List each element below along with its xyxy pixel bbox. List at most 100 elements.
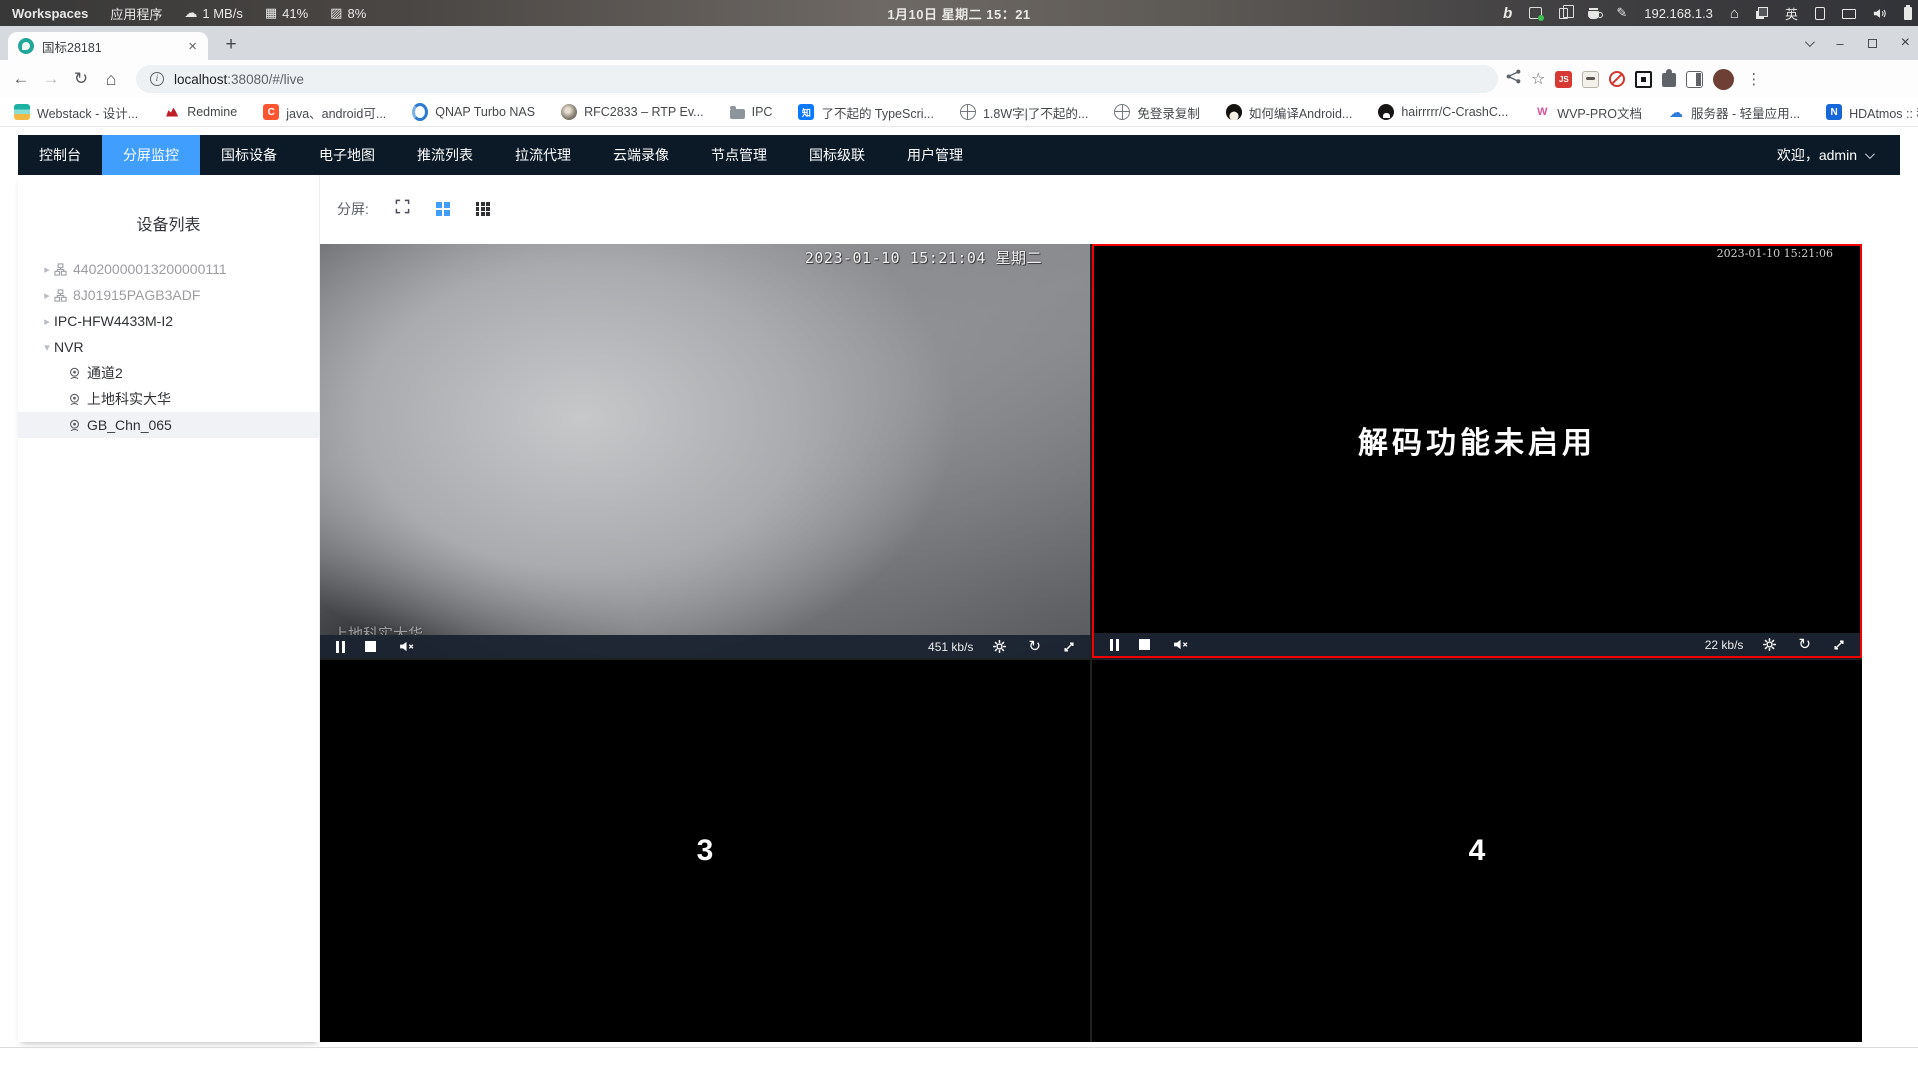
bookmark[interactable]: W WVP-PRO文档 [1534,103,1642,122]
mute-icon[interactable] [1173,639,1189,650]
new-tab-button[interactable]: + [218,34,244,56]
video-player-1[interactable]: 2023-01-10 15:21:04 星期二 上地科实大华 451 kb/s … [320,244,1090,658]
display-tray-icon[interactable] [1842,9,1856,19]
device-list-title: 设备列表 [136,217,201,234]
nav-item-gb-cascade[interactable]: 国标级联 [788,135,886,175]
grid-3x3-icon[interactable] [475,202,490,216]
site-info-icon[interactable]: i [150,72,164,86]
address-bar[interactable]: i localhost:38080/#/live [136,65,1498,93]
window-maximize-button[interactable] [1867,38,1877,48]
back-button[interactable]: ← [6,69,36,89]
bookmark[interactable]: hairrrrr/C-CrashC... [1378,104,1508,120]
nav-item-push-list[interactable]: 推流列表 [396,135,494,175]
mute-icon[interactable] [399,641,415,652]
volume-tray-icon[interactable] [1873,8,1887,19]
pause-button[interactable] [336,640,345,653]
bookmark[interactable]: IPC [729,105,772,119]
window-minimize-button[interactable]: – [1836,36,1843,51]
clipboard-tray-icon[interactable] [1559,4,1575,19]
tree-item-device[interactable]: ▸ IPC-HFW4433M-I2 [18,308,319,334]
stop-button[interactable] [1139,639,1150,650]
nav-item-pull-proxy[interactable]: 拉流代理 [494,135,592,175]
video-player-2-selected[interactable]: 2023-01-10 15:21:06 解码功能未启用 22 kb/s ↻ [1092,244,1862,658]
expand-caret-icon[interactable]: ▸ [40,315,54,328]
extension-mask-icon[interactable] [1582,70,1600,88]
extension-js-icon[interactable]: JS [1555,70,1573,88]
nav-item-gb-devices[interactable]: 国标设备 [200,135,298,175]
bookmark[interactable]: NHDAtmos :: 种子 *... [1826,103,1918,122]
url-text[interactable]: localhost:38080/#/live [174,72,304,87]
bookmark[interactable]: 如何编译Android... [1225,103,1352,122]
caffeine-tray-icon[interactable] [1588,7,1604,19]
bookmark[interactable]: Redmine [164,104,237,120]
extension-frame-icon[interactable] [1635,70,1653,88]
refresh-icon[interactable]: ↻ [1028,639,1041,654]
workspace-switcher-icon[interactable] [1755,7,1768,19]
bookmark[interactable]: Webstack - 设计... [14,103,138,122]
tab-search-chevron-icon[interactable] [1805,36,1816,47]
collapse-caret-icon[interactable]: ▾ [40,341,54,354]
tree-item-device[interactable]: ▾ NVR [18,334,319,360]
nav-item-split-screen-monitor[interactable]: 分屏监控 [102,135,200,175]
tab-close-icon[interactable]: × [185,38,200,55]
nav-item-node-manage[interactable]: 节点管理 [690,135,788,175]
browser-menu-icon[interactable]: ⋮ [1744,70,1769,88]
extensions-puzzle-icon[interactable] [1662,69,1677,87]
video-slot-4[interactable]: 4 [1092,660,1862,1042]
bookmark[interactable]: 知了不起的 TypeScri... [798,103,934,122]
applications-menu[interactable]: 应用程序 [110,4,162,23]
grid-2x2-icon[interactable] [435,202,450,216]
tree-item-device[interactable]: ▸ 8J01915PAGB3ADF [18,282,319,308]
video-grid: 2023-01-10 15:21:04 星期二 上地科实大华 451 kb/s … [320,244,1862,1042]
extension-blocker-icon[interactable] [1609,71,1626,87]
ip-address[interactable]: 192.168.1.3 [1644,6,1713,21]
settings-gear-icon[interactable] [1763,638,1777,651]
user-menu[interactable]: 欢迎，admin [1777,145,1875,165]
bookmark[interactable]: Cjava、android可... [263,103,386,122]
pause-button[interactable] [1110,638,1119,651]
browser-tab[interactable]: 国标28181 × [8,32,208,60]
expand-icon[interactable] [1063,641,1075,653]
nav-item-console[interactable]: 控制台 [18,135,102,175]
nav-item-e-map[interactable]: 电子地图 [298,135,396,175]
ime-indicator[interactable]: 英 [1785,4,1798,23]
bookmark[interactable]: QNAP Turbo NAS [412,104,535,120]
bookmark-star-icon[interactable]: ☆ [1531,69,1545,89]
home-button[interactable]: ⌂ [96,69,126,90]
tree-item-channel[interactable]: 通道2 [18,360,319,386]
profile-avatar[interactable] [1713,68,1735,90]
color-picker-tray-icon[interactable]: ✎ [1616,5,1627,21]
bing-tray-icon[interactable]: b [1503,5,1512,22]
expand-caret-icon[interactable]: ▸ [40,263,54,276]
device-tree: ▸ 44020000013200000111 ▸ 8J01915PAGB3ADF… [18,256,319,438]
globe-icon [959,104,976,120]
settings-gear-icon[interactable] [993,640,1007,653]
side-panel-icon[interactable] [1686,70,1704,88]
reload-button[interactable]: ↻ [66,69,96,89]
bookmark[interactable]: 免登录复制 [1114,103,1200,122]
forward-button[interactable]: → [36,69,66,89]
refresh-icon[interactable]: ↻ [1798,637,1811,652]
tree-item-channel[interactable]: 上地科实大华 [18,386,319,412]
tree-item-channel-selected[interactable]: GB_Chn_065 [18,412,319,438]
fullscreen-icon[interactable] [395,199,410,219]
bookmark[interactable]: 1.8W字|了不起的... [959,103,1088,122]
nav-item-cloud-record[interactable]: 云端录像 [592,135,690,175]
osd-timestamp: 2023-01-10 15:21:04 星期二 [804,249,1042,267]
workspaces-button[interactable]: Workspaces [12,6,88,21]
screenshot-tray-icon[interactable] [1529,7,1545,21]
home-tray-icon[interactable]: ⌂ [1730,5,1739,22]
clock[interactable]: 1月10日 星期二 15：21 [887,4,1030,23]
expand-icon[interactable] [1833,639,1845,651]
window-close-button[interactable]: × [1901,34,1910,52]
video-slot-3[interactable]: 3 [320,660,1090,1042]
bookmark[interactable]: ☁ 服务器 - 轻量应用... [1668,103,1800,122]
phone-tray-icon[interactable] [1815,6,1825,20]
bookmark[interactable]: RFC2833 – RTP Ev... [561,104,704,120]
bookmark-favicon: 知 [798,104,815,120]
nav-item-user-manage[interactable]: 用户管理 [886,135,984,175]
share-icon[interactable] [1506,69,1521,89]
expand-caret-icon[interactable]: ▸ [40,289,54,302]
tree-item-device[interactable]: ▸ 44020000013200000111 [18,256,319,282]
stop-button[interactable] [365,641,376,652]
